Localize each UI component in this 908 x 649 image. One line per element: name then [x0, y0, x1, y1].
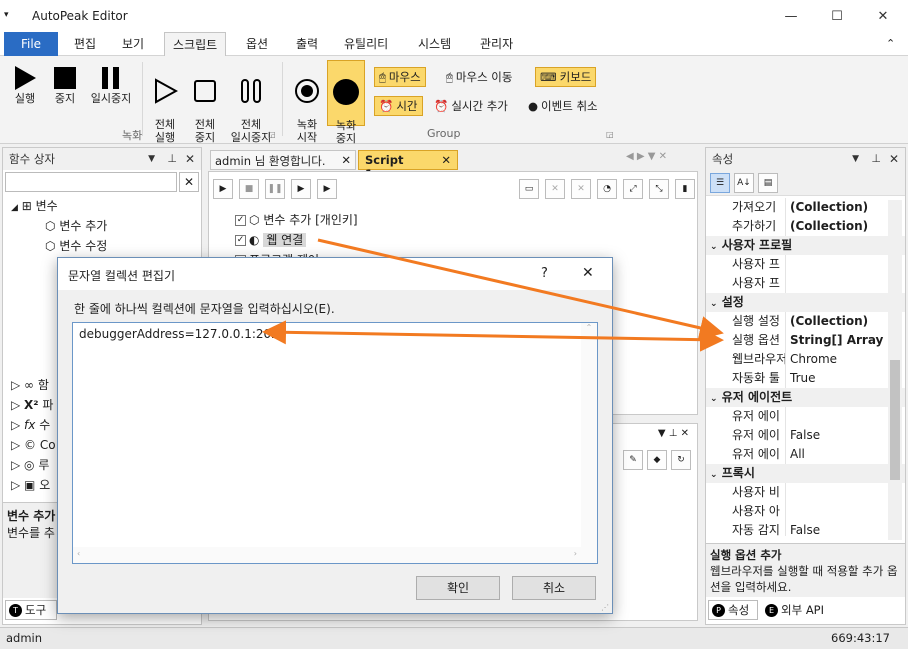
arrow-value-to-option — [262, 320, 724, 352]
annotation-arrows — [262, 238, 724, 352]
arrow-web-connect-to-option — [317, 238, 724, 340]
